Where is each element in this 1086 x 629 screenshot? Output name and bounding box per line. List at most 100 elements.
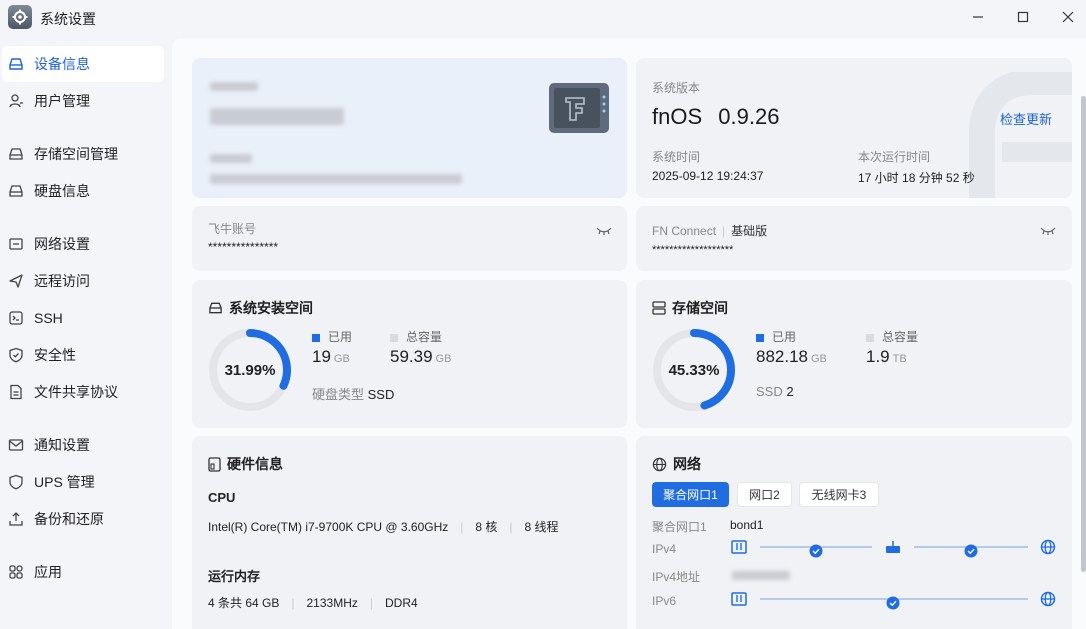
minimize-button[interactable] [965, 6, 991, 28]
device-id-label-redacted [210, 154, 252, 163]
maximize-button[interactable] [1010, 6, 1036, 28]
check-circle-icon [886, 596, 900, 610]
sidebar-item-label: 远程访问 [34, 273, 90, 289]
fnconnect-label: FN Connect [652, 224, 717, 238]
scrollbar[interactable] [1081, 96, 1086, 572]
iface-value: bond1 [730, 518, 764, 532]
os-name: fnOS [652, 104, 703, 129]
fnconnect-card: FN Connect | 基础版 ******************* [636, 206, 1072, 271]
uptime-value: 17 小时 18 分钟 52 秒 [858, 171, 975, 185]
os-version: fnOS 0.9.26 [652, 104, 779, 130]
sidebar-item-label: 备份和还原 [34, 511, 104, 527]
sidebar-item-security[interactable]: 安全性 [2, 337, 164, 373]
cpu-info: Intel(R) Core(TM) i7-9700K CPU @ 3.60GHz… [208, 520, 559, 534]
network-title: 网络 [652, 454, 701, 474]
ipv4-topology [731, 539, 1056, 558]
tab-port2[interactable]: 网口2 [737, 482, 792, 507]
cpu-threads: 8 线程 [524, 520, 559, 534]
mail-icon [8, 437, 24, 453]
storage-space-title: 存储空间 [652, 298, 728, 318]
ipv6-label: IPv6 [652, 594, 677, 608]
system-disk-type: 硬盘类型 SSD [312, 387, 395, 402]
tab-bond1[interactable]: 聚合网口1 [652, 482, 729, 507]
cpu-model: Intel(R) Core(TM) i7-9700K CPU @ 3.60GHz [208, 520, 449, 534]
system-total-value: 59.39 GB [390, 347, 452, 366]
memory-speed: 2133MHz [306, 596, 358, 610]
shield-icon [8, 347, 24, 363]
sidebar-item-ssh[interactable]: SSH [2, 300, 164, 336]
send-icon [8, 273, 24, 289]
sidebar-item-label: 用户管理 [34, 93, 90, 109]
check-update-link[interactable]: 检查更新 [1000, 109, 1052, 128]
fnconnect-edition: 基础版 [731, 224, 768, 238]
sidebar-item-notifications[interactable]: 通知设置 [2, 427, 164, 463]
eye-closed-icon[interactable] [596, 224, 612, 239]
sidebar-item-ups[interactable]: UPS 管理 [2, 464, 164, 500]
sidebar-item-label: 网络设置 [34, 236, 90, 252]
nas-port-icon [731, 540, 747, 554]
nas-port-icon [731, 592, 747, 606]
iface-label: 聚合网口1 [652, 520, 707, 534]
internet-globe-icon [1040, 591, 1056, 607]
title-bar: 系统设置 [0, 0, 1086, 36]
fnconnect-header: FN Connect | 基础版 [652, 224, 768, 238]
ipv6-topology [731, 591, 1056, 610]
system-space-card: 系统安装空间 31.99% 已用 19 GB 总容量 59.39 GB 硬盘类型 S… [192, 280, 627, 428]
storage-total-value: 1.9 TB [866, 347, 907, 366]
fnconnect-value: ******************* [652, 244, 734, 256]
check-circle-icon [964, 544, 978, 558]
account-card: 飞牛账号 *************** [192, 206, 627, 271]
network-card-icon [8, 236, 24, 252]
sidebar-item-label: 安全性 [34, 347, 76, 363]
hard-drive-icon [8, 56, 24, 72]
storage-total-legend: 总容量 [866, 328, 918, 345]
sidebar-item-storage[interactable]: 存储空间管理 [2, 136, 164, 172]
memory-label: 运行内存 [208, 569, 261, 584]
cpu-cores: 8 核 [475, 520, 498, 534]
cpu-label: CPU [208, 490, 236, 505]
drive-icon [208, 301, 223, 315]
sidebar-item-network[interactable]: 网络设置 [2, 226, 164, 262]
sidebar-item-file-sharing[interactable]: 文件共享协议 [2, 374, 164, 410]
memory-info: 4 条共 64 GB | 2133MHz | DDR4 [208, 596, 418, 610]
sidebar-item-backup[interactable]: 备份和还原 [2, 501, 164, 537]
storage-space-card: 存储空间 45.33% 已用 882.18 GB 总容量 1.9 TB SSD 2 [636, 280, 1072, 428]
apps-grid-icon [8, 564, 24, 580]
sidebar-item-device-info[interactable]: 设备信息 [2, 46, 164, 82]
sidebar-item-apps[interactable]: 应用 [2, 554, 164, 590]
sidebar-item-remote[interactable]: 远程访问 [2, 263, 164, 299]
system-used-legend: 已用 [312, 328, 352, 345]
window-title: 系统设置 [40, 11, 96, 27]
close-button[interactable] [1055, 6, 1081, 28]
sidebar-item-label: 存储空间管理 [34, 146, 118, 162]
eye-closed-icon[interactable] [1040, 224, 1056, 239]
battery-shield-icon [8, 474, 24, 490]
globe-icon [652, 457, 667, 472]
sidebar-item-disks[interactable]: 硬盘信息 [2, 173, 164, 209]
sidebar-item-label: 通知设置 [34, 437, 90, 453]
system-space-title: 系统安装空间 [208, 298, 313, 318]
system-total-legend: 总容量 [390, 328, 442, 345]
system-space-percent: 31.99% [224, 361, 276, 379]
sidebar-item-users[interactable]: 用户管理 [2, 83, 164, 119]
device-id-redacted [210, 174, 462, 184]
nas-device-icon [548, 82, 610, 137]
device-name-redacted [210, 108, 344, 125]
terminal-icon [8, 310, 24, 326]
os-version-number: 0.9.26 [718, 104, 780, 129]
account-value: *************** [208, 240, 279, 254]
backup-icon [8, 511, 24, 527]
device-label-redacted [210, 82, 258, 91]
internet-globe-icon [1040, 539, 1056, 555]
ipv4-address-label: IPv4地址 [652, 570, 701, 584]
tab-wireless3[interactable]: 无线网卡3 [799, 482, 879, 507]
ipv4-address-redacted [732, 571, 790, 580]
main-content: 系统版本 fnOS 0.9.26 检查更新 系统时间 2025-09-12 19… [172, 38, 1086, 629]
system-time-value: 2025-09-12 19:24:37 [652, 169, 764, 183]
device-card [192, 58, 627, 198]
sidebar-item-label: 设备信息 [34, 56, 90, 72]
memory-type: DDR4 [384, 596, 418, 610]
router-icon [886, 541, 900, 553]
device-icon [208, 456, 221, 472]
storage-used-value: 882.18 GB [756, 347, 827, 366]
